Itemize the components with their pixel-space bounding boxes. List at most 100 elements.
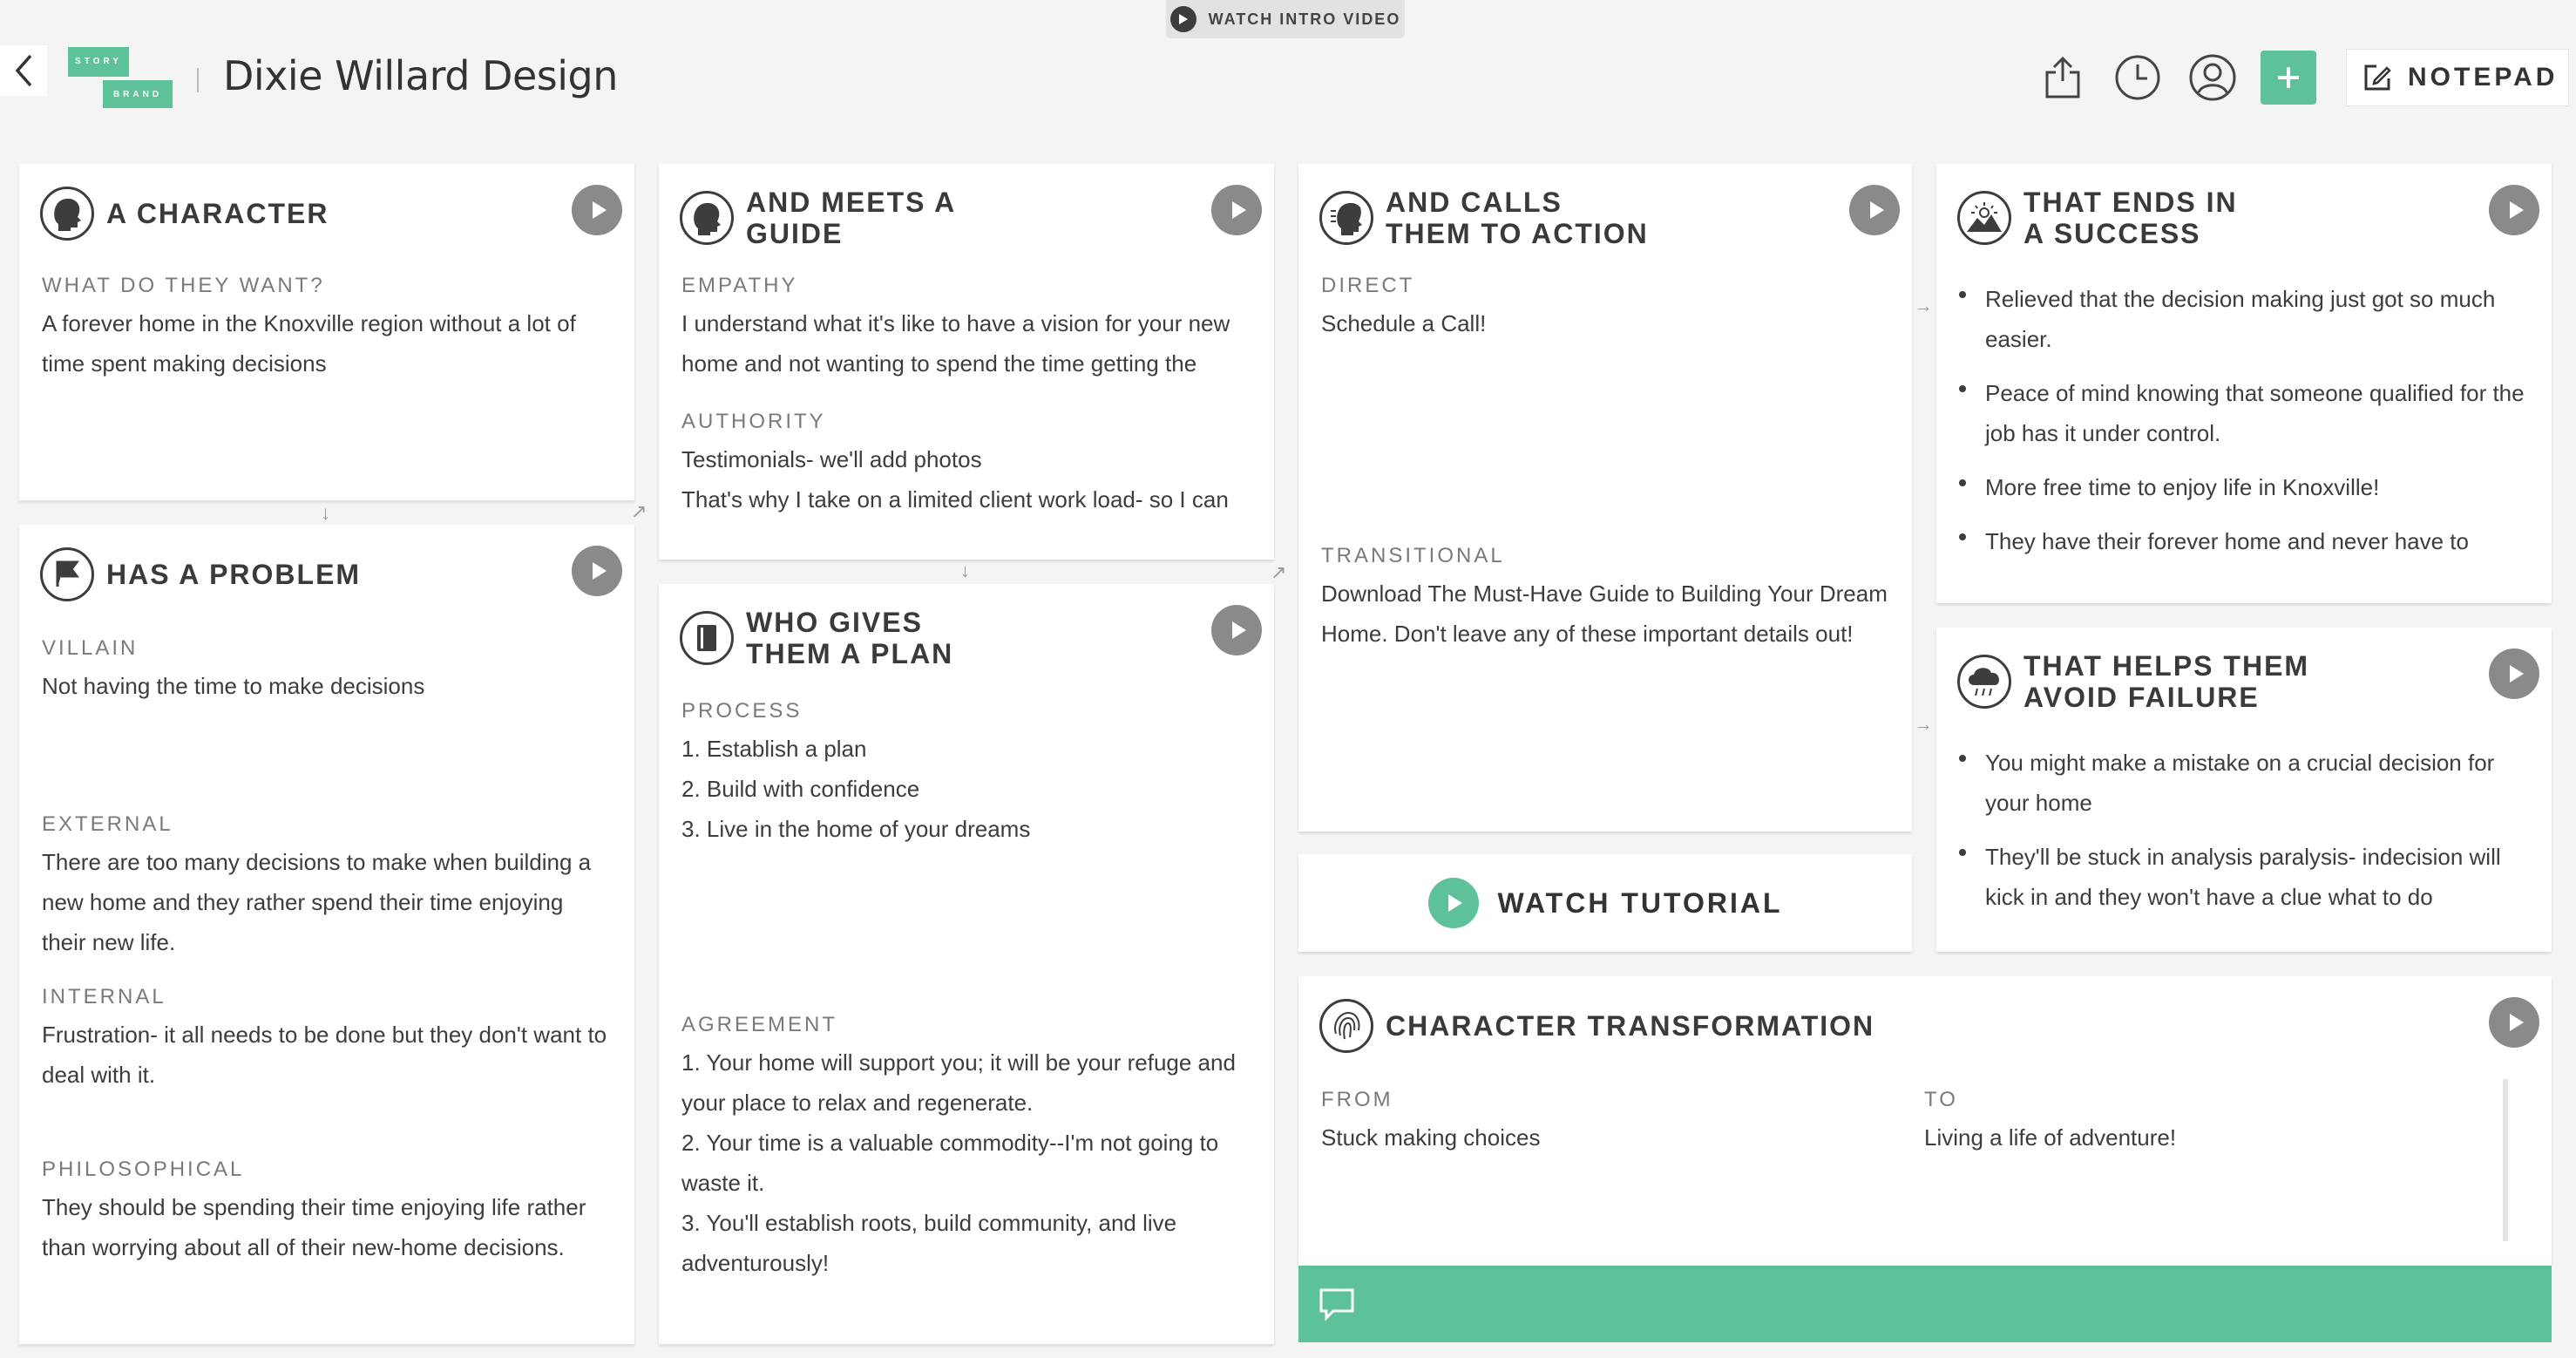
field-label: EXTERNAL: [42, 812, 173, 836]
card-title: CHARACTER TRANSFORMATION: [1386, 1010, 1875, 1042]
card-title-line: A SUCCESS: [2024, 218, 2201, 249]
card-problem[interactable]: HAS A PROBLEM VILLAIN Not having the tim…: [19, 525, 634, 1344]
flow-arrow: ↗: [1271, 561, 1287, 583]
card-character[interactable]: A CHARACTER WHAT DO THEY WANT? A forever…: [19, 164, 634, 500]
field-label: WHAT DO THEY WANT?: [42, 274, 325, 297]
field-label: VILLAIN: [42, 636, 139, 660]
card-title-line: THEM A PLAN: [746, 638, 954, 669]
field-value-line[interactable]: That's why I take on a limited client wo…: [681, 479, 1251, 519]
card-title-line: AND CALLS: [1386, 187, 1563, 218]
head-silhouette-icon: [680, 191, 734, 245]
edit-note-icon: [2364, 65, 2391, 91]
play-button[interactable]: [572, 546, 622, 596]
field-label: PHILOSOPHICAL: [42, 1158, 245, 1181]
card-title: AND MEETS A GUIDE: [746, 187, 956, 249]
card-plan[interactable]: WHO GIVES THEM A PLAN PROCESS 1. Establi…: [659, 584, 1274, 1344]
card-title: HAS A PROBLEM: [106, 559, 362, 590]
watch-intro-video-label: WATCH INTRO VIDEO: [1208, 10, 1401, 28]
toolbar: [2036, 51, 2316, 105]
play-icon: [1427, 878, 1479, 928]
sunrise-icon: [1957, 191, 2011, 245]
add-button[interactable]: [2261, 51, 2316, 105]
from-label: FROM: [1321, 1088, 1393, 1111]
field-value[interactable]: Not having the time to make decisions: [42, 666, 612, 706]
field-value[interactable]: Download The Must-Have Guide to Building…: [1321, 574, 1889, 654]
field-label: AGREEMENT: [681, 1013, 838, 1036]
list-item[interactable]: You might make a mistake on a crucial de…: [1936, 743, 2529, 823]
play-button[interactable]: [572, 185, 622, 235]
field-value-line[interactable]: 3. Live in the home of your dreams: [681, 809, 1251, 849]
field-label: PROCESS: [681, 699, 803, 723]
list-item[interactable]: Relieved that the decision making just g…: [1936, 279, 2529, 359]
watch-intro-video-button[interactable]: WATCH INTRO VIDEO: [1166, 0, 1405, 38]
flow-arrow: →: [1914, 295, 1933, 316]
to-value[interactable]: Living a life of adventure!: [1924, 1117, 2482, 1158]
field-value[interactable]: Schedule a Call!: [1321, 303, 1889, 343]
share-icon: [2045, 56, 2080, 98]
field-value-line[interactable]: 3. You'll establish roots, build communi…: [681, 1203, 1251, 1283]
flow-arrow: ↗: [631, 500, 647, 522]
user-icon: [2189, 54, 2236, 101]
comment-bar[interactable]: [1298, 1266, 2552, 1342]
watch-tutorial-button[interactable]: WATCH TUTORIAL: [1298, 854, 1912, 952]
comment-icon: [1319, 1288, 1354, 1321]
field-value[interactable]: There are too many decisions to make whe…: [42, 842, 612, 962]
play-button[interactable]: [2489, 997, 2539, 1048]
play-button[interactable]: [1211, 605, 1262, 655]
field-label: AUTHORITY: [681, 410, 826, 433]
field-value-line[interactable]: 2. Build with confidence: [681, 769, 1251, 809]
flow-arrow: →: [1914, 713, 1933, 735]
chevron-left-icon: [15, 54, 32, 87]
play-button[interactable]: [1849, 185, 1900, 235]
storm-cloud-icon: [1957, 655, 2011, 709]
to-label: TO: [1924, 1088, 1958, 1111]
play-button[interactable]: [2489, 648, 2539, 699]
play-icon: [1169, 6, 1196, 32]
from-value[interactable]: Stuck making choices: [1321, 1117, 1879, 1158]
card-failure[interactable]: THAT HELPS THEM AVOID FAILURE You might …: [1936, 628, 2552, 952]
speaking-head-icon: [1319, 191, 1373, 245]
field-value[interactable]: Frustration- it all needs to be done but…: [42, 1015, 612, 1095]
logo-top-text: STORY: [75, 57, 122, 66]
flow-arrow: ↓: [960, 560, 970, 581]
back-button[interactable]: [0, 45, 47, 96]
field-label: INTERNAL: [42, 985, 166, 1008]
card-guide[interactable]: AND MEETS A GUIDE EMPATHY I understand w…: [659, 164, 1274, 560]
account-button[interactable]: [2186, 51, 2240, 105]
card-transformation[interactable]: CHARACTER TRANSFORMATION FROM Stuck maki…: [1298, 976, 2552, 1266]
field-value-line[interactable]: 1. Establish a plan: [681, 729, 1251, 769]
flow-arrow: ↓: [321, 502, 330, 524]
page-title: Dixie Willard Design: [223, 52, 618, 99]
flag-icon: [40, 547, 94, 601]
card-action[interactable]: AND CALLS THEM TO ACTION DIRECT Schedule…: [1298, 164, 1912, 832]
play-button[interactable]: [2489, 185, 2539, 235]
logo-bottom-text: BRAND: [112, 90, 163, 99]
field-value[interactable]: They should be spending their time enjoy…: [42, 1187, 612, 1267]
field-value-line[interactable]: Testimonials- we'll add photos: [681, 439, 1251, 479]
field-value[interactable]: I understand what it's like to have a vi…: [681, 303, 1251, 384]
notepad-button[interactable]: NOTEPAD: [2346, 49, 2569, 106]
field-value-line[interactable]: 2. Your time is a valuable commodity--I'…: [681, 1123, 1251, 1203]
list-item[interactable]: More free time to enjoy life in Knoxvill…: [1936, 467, 2529, 507]
field-value-line[interactable]: 1. Your home will support you; it will b…: [681, 1042, 1251, 1123]
field-label: EMPATHY: [681, 274, 798, 297]
list-item[interactable]: Peace of mind knowing that someone quali…: [1936, 373, 2529, 453]
head-silhouette-icon: [40, 187, 94, 241]
list-item[interactable]: They have their forever home and never h…: [1936, 521, 2529, 561]
notepad-label: NOTEPAD: [2408, 63, 2559, 92]
title-divider: [197, 68, 199, 92]
book-icon: [680, 611, 734, 665]
field-label: TRANSITIONAL: [1321, 544, 1505, 567]
play-button[interactable]: [1211, 185, 1262, 235]
share-button[interactable]: [2036, 51, 2090, 105]
watch-tutorial-label: WATCH TUTORIAL: [1497, 886, 1783, 919]
field-value[interactable]: A forever home in the Knoxville region w…: [42, 303, 612, 384]
fingerprint-icon: [1319, 999, 1373, 1053]
list-item[interactable]: They'll be stuck in analysis paralysis- …: [1936, 837, 2529, 917]
card-title-line: THAT ENDS IN: [2024, 187, 2238, 218]
card-title: A CHARACTER: [106, 198, 329, 229]
card-title-line: AVOID FAILURE: [2024, 682, 2260, 713]
card-success[interactable]: THAT ENDS IN A SUCCESS Relieved that the…: [1936, 164, 2552, 603]
scrollbar[interactable]: [2503, 1079, 2508, 1241]
history-button[interactable]: [2111, 51, 2165, 105]
